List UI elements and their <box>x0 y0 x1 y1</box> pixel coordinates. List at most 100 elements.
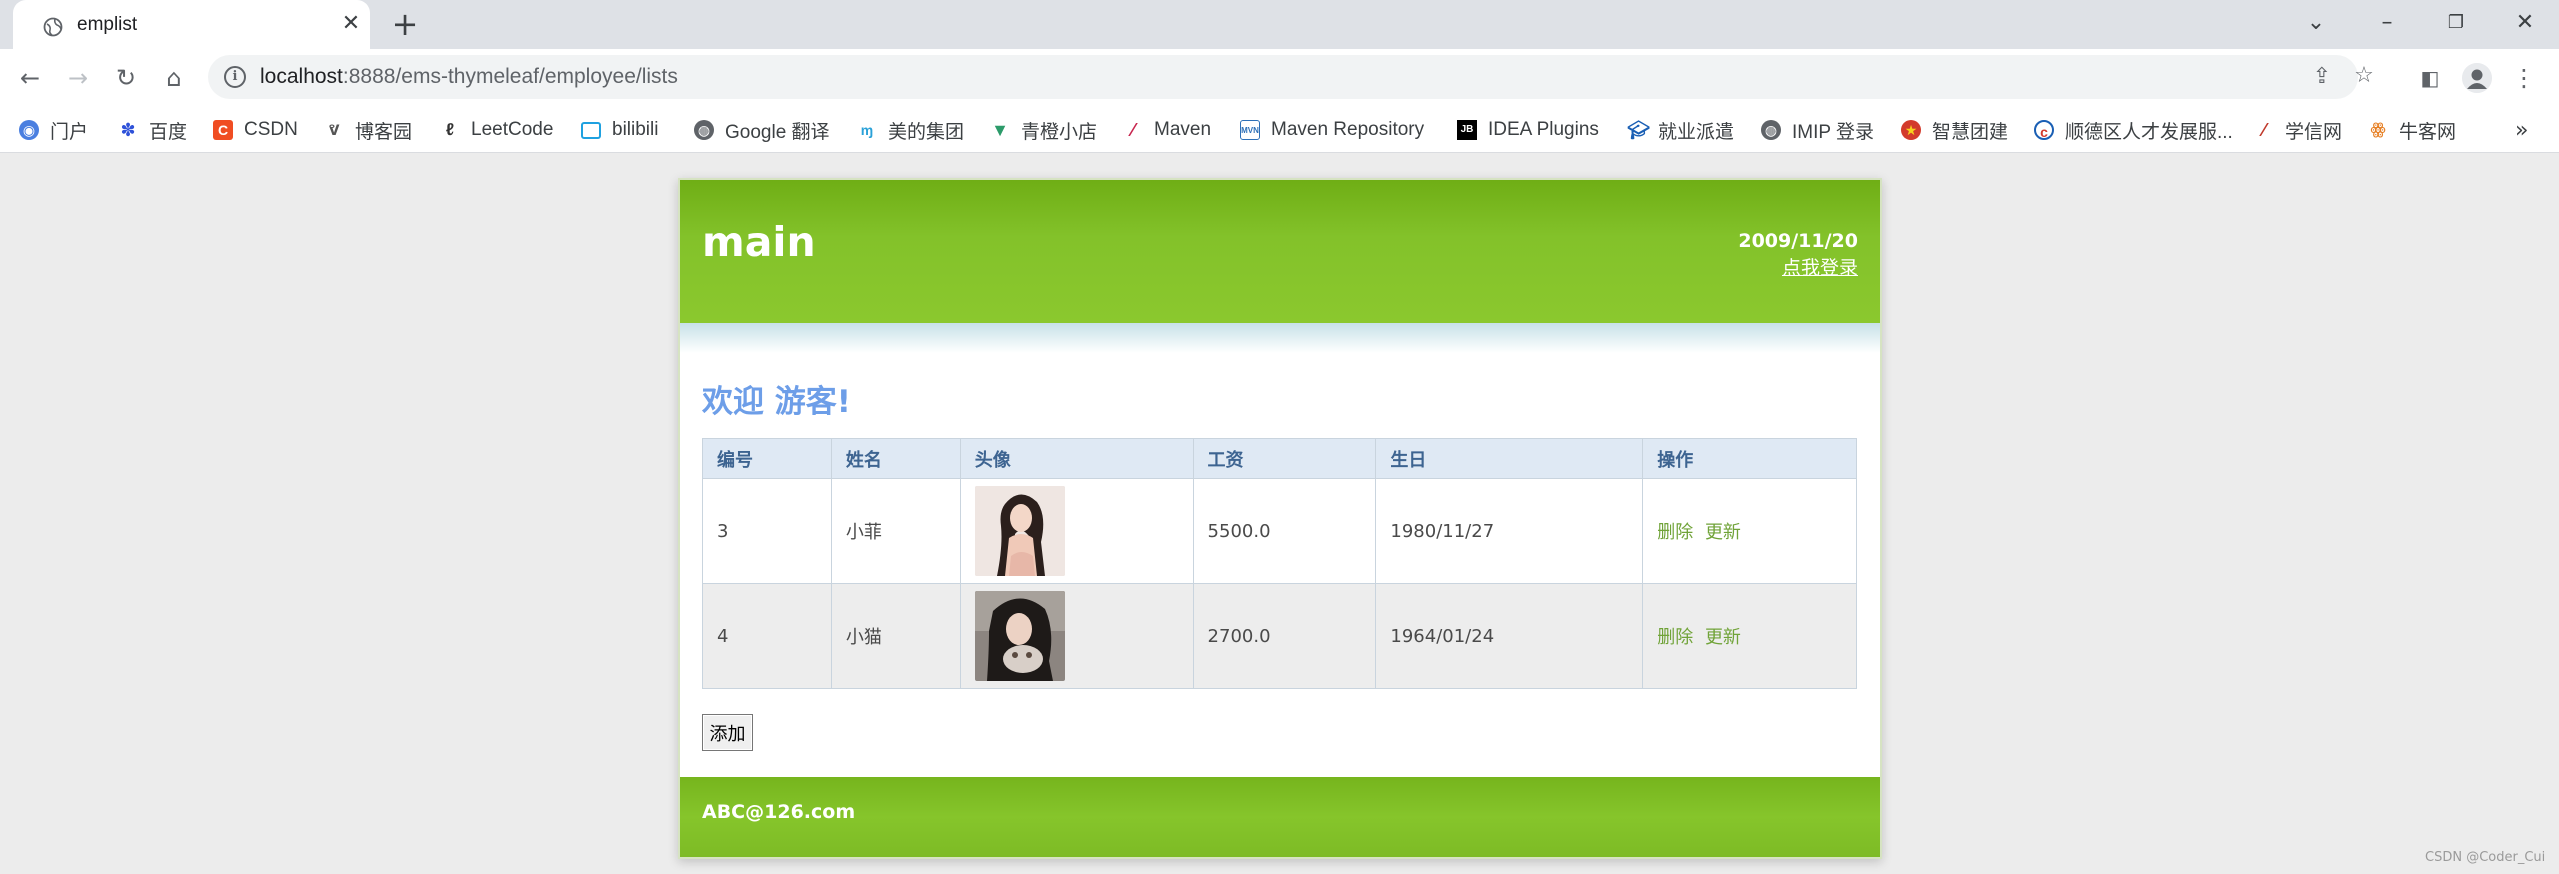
bookmark-item[interactable]: JB IDEA Plugins <box>1457 114 1599 146</box>
mvn-icon: MVN <box>1240 120 1260 140</box>
site-brand: main <box>702 218 816 266</box>
maven-feather-icon: ⁄ <box>1131 120 1135 140</box>
column-header-salary: 工资 <box>1192 438 1377 479</box>
new-tab-button[interactable]: + <box>390 8 420 40</box>
close-window-icon[interactable]: ✕ <box>2510 8 2540 38</box>
url-text[interactable]: localhost:8888/ems-thymeleaf/employee/li… <box>260 65 678 89</box>
menu-kebab-icon[interactable]: ⋮ <box>2508 62 2540 94</box>
tab-strip: emplist ✕ + ⌄ – ❐ ✕ <box>0 0 2559 49</box>
cell-actions: 删除 更新 <box>1642 583 1857 689</box>
active-tab[interactable]: emplist ✕ <box>13 0 370 49</box>
bookmark-item[interactable]: ⁄ 学信网 <box>2254 114 2342 146</box>
add-employee-button[interactable]: 添加 <box>702 714 753 751</box>
site-header: main 2009/11/20 点我登录 <box>680 180 1880 323</box>
bookmark-item[interactable]: ◍ IMIP 登录 <box>1761 114 1874 146</box>
table-row: 4 小猫 2700.0 1964/01/24 删除 更新 <box>702 583 1857 689</box>
bookmark-item[interactable]: ✽ 百度 <box>118 114 187 146</box>
bookmarks-overflow-icon[interactable]: » <box>2515 118 2528 143</box>
cell-name: 小猫 <box>830 583 961 689</box>
watermark: CSDN @Coder_Cui <box>2425 850 2546 865</box>
column-header-avatar: 头像 <box>959 438 1194 479</box>
cell-id: 4 <box>702 583 832 689</box>
browser-toolbar: ← → ↻ ⌂ i localhost:8888/ems-thymeleaf/e… <box>0 49 2559 108</box>
bookmark-item[interactable]: ꙮ 牛客网 <box>2368 114 2456 146</box>
cell-actions: 删除 更新 <box>1642 478 1857 584</box>
cell-avatar <box>959 583 1194 689</box>
table-header-row: 编号 姓名 头像 工资 生日 操作 <box>702 438 1857 479</box>
header-divider <box>680 323 1880 353</box>
bilibili-tv-icon <box>581 121 601 139</box>
cell-id: 3 <box>702 478 832 584</box>
bookmark-item[interactable]: c 顺德区人才发展服... <box>2034 114 2233 146</box>
bookmark-item[interactable]: 🎓︎ 就业派遣 <box>1627 114 1734 146</box>
column-header-id: 编号 <box>702 438 832 479</box>
bookmark-item[interactable]: bilibili <box>581 114 658 146</box>
table-row: 3 小菲 5500.0 1980/11/27 删除 更新 <box>702 478 1857 584</box>
employee-photo <box>974 486 1065 576</box>
cnblogs-icon: ᕓ <box>328 122 340 138</box>
employee-table: 编号 姓名 头像 工资 生日 操作 3 小菲 5500.0 1980/11/27… <box>702 438 1857 689</box>
tab-search-icon[interactable]: ⌄ <box>2301 8 2331 38</box>
bookmark-item[interactable]: ▼ 青橙小店 <box>990 114 1097 146</box>
cell-avatar <box>959 478 1194 584</box>
home-icon[interactable]: ⌂ <box>158 62 190 94</box>
bookmark-item[interactable]: ⁄ Maven <box>1123 114 1211 146</box>
bookmark-item[interactable]: ᕓ 博客园 <box>324 114 412 146</box>
cell-name: 小菲 <box>830 478 961 584</box>
share-icon[interactable]: ⇪ <box>2306 61 2338 93</box>
shunde-icon: c <box>2034 120 2054 140</box>
bookmark-item[interactable]: ★ 智慧团建 <box>1901 114 2008 146</box>
forward-arrow-icon[interactable]: → <box>62 62 94 94</box>
login-link[interactable]: 点我登录 <box>1782 253 1858 280</box>
page-container: main 2009/11/20 点我登录 欢迎 游客! 编号 姓名 头像 工资 … <box>678 178 1882 859</box>
header-date: 2009/11/20 <box>1738 230 1858 252</box>
midea-icon: ɱ <box>860 122 874 138</box>
baidu-paw-icon: ✽ <box>120 120 136 140</box>
delete-link[interactable]: 删除 <box>1657 627 1693 648</box>
nowcoder-icon: ꙮ <box>2370 121 2386 138</box>
bookmark-item[interactable]: ◉ 门户 <box>19 114 88 146</box>
side-panel-icon[interactable]: ◧ <box>2414 62 2446 94</box>
column-header-name: 姓名 <box>830 438 961 479</box>
site-info-icon[interactable]: i <box>224 66 246 88</box>
bookmark-item[interactable]: ◍ Google 翻译 <box>694 114 830 146</box>
restore-icon[interactable]: ❐ <box>2441 8 2471 38</box>
portal-icon: ◉ <box>19 120 39 140</box>
close-tab-icon[interactable]: ✕ <box>339 12 363 36</box>
address-bar[interactable]: i localhost:8888/ems-thymeleaf/employee/… <box>208 55 2374 99</box>
bookmarks-bar: ◉ 门户 ✽ 百度 C CSDN ᕓ 博客园 ℓ LeetCode bilibili ◍ G… <box>0 108 2559 153</box>
minimize-icon[interactable]: – <box>2372 8 2402 38</box>
site-footer: ABC@126.com <box>680 777 1880 857</box>
vue-icon: ▼ <box>991 120 1009 140</box>
graduation-cap-icon: 🎓︎ <box>1627 120 1650 140</box>
welcome-heading: 欢迎 游客! <box>702 384 851 420</box>
update-link[interactable]: 更新 <box>1705 522 1741 543</box>
update-link[interactable]: 更新 <box>1705 627 1741 648</box>
jetbrains-icon: JB <box>1457 120 1477 140</box>
bookmark-item[interactable]: MVN Maven Repository <box>1240 114 1424 146</box>
cell-salary: 2700.0 <box>1192 583 1377 689</box>
column-header-birthday: 生日 <box>1375 438 1644 479</box>
bookmark-star-icon[interactable]: ☆ <box>2348 60 2380 92</box>
csdn-icon: C <box>213 120 233 140</box>
cell-birthday: 1980/11/27 <box>1375 478 1644 584</box>
leetcode-icon: ℓ <box>445 120 455 139</box>
league-badge-icon: ★ <box>1901 120 1921 140</box>
footer-email: ABC@126.com <box>702 801 856 823</box>
reload-icon[interactable]: ↻ <box>110 62 142 94</box>
delete-link[interactable]: 删除 <box>1657 522 1693 543</box>
column-header-actions: 操作 <box>1642 438 1857 479</box>
globe-icon <box>43 17 63 37</box>
globe-icon: ◍ <box>694 120 714 140</box>
globe-icon: ◍ <box>1761 120 1781 140</box>
bookmark-item[interactable]: C CSDN <box>213 114 298 146</box>
profile-avatar-icon[interactable] <box>2462 63 2492 93</box>
cell-salary: 5500.0 <box>1192 478 1377 584</box>
bookmark-item[interactable]: ɱ 美的集团 <box>857 114 964 146</box>
bookmark-item[interactable]: ℓ LeetCode <box>440 114 554 146</box>
back-arrow-icon[interactable]: ← <box>14 62 46 94</box>
tab-title: emplist <box>77 14 138 35</box>
chsi-icon: ⁄ <box>2262 120 2266 140</box>
employee-photo <box>974 591 1065 681</box>
cell-birthday: 1964/01/24 <box>1375 583 1644 689</box>
